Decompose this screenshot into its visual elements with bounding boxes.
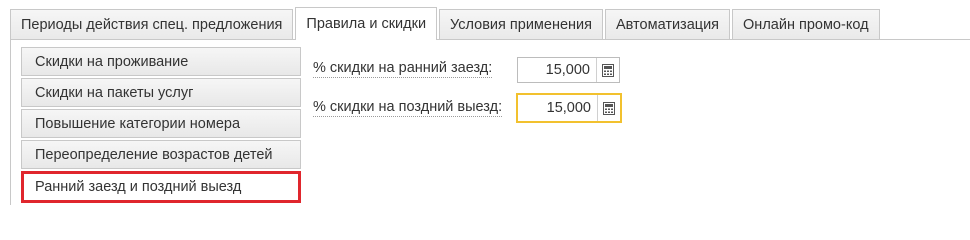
sidebar-item-accommodation-discounts[interactable]: Скидки на проживание <box>21 47 301 76</box>
tab-offer-periods[interactable]: Периоды действия спец. предложения <box>10 9 294 40</box>
tab-online-promo-code[interactable]: Онлайн промо-код <box>732 9 880 40</box>
sidebar-item-room-upgrade[interactable]: Повышение категории номера <box>21 109 301 138</box>
calculator-icon[interactable] <box>597 95 620 121</box>
late-checkout-discount-value: 15,000 <box>546 100 591 116</box>
tab-label: Условия применения <box>450 17 592 33</box>
late-checkout-row: % скидки на поздний выезд: <box>313 99 503 117</box>
tab-label: Автоматизация <box>616 17 720 33</box>
discount-type-list: Скидки на проживание Скидки на пакеты ус… <box>21 47 301 205</box>
early-checkin-discount-value: 15,000 <box>545 62 590 78</box>
special-offer-editor: Периоды действия спец. предложения Прави… <box>0 0 970 205</box>
calculator-icon[interactable] <box>596 58 619 82</box>
early-checkin-row: % скидки на ранний заезд: <box>313 60 493 78</box>
sidebar-item-child-age-override[interactable]: Переопределение возрастов детей <box>21 140 301 169</box>
tab-rules-and-discounts[interactable]: Правила и скидки <box>295 7 438 40</box>
sidebar-item-label: Ранний заезд и поздний выезд <box>35 179 242 195</box>
sidebar-item-label: Скидки на проживание <box>35 53 189 70</box>
tab-label: Онлайн промо-код <box>743 17 869 33</box>
late-checkout-label: % скидки на поздний выезд: <box>313 99 503 117</box>
tab-application-conditions[interactable]: Условия применения <box>439 9 603 40</box>
tab-automation[interactable]: Автоматизация <box>605 9 731 40</box>
sidebar-item-label: Скидки на пакеты услуг <box>35 84 194 101</box>
tab-label: Периоды действия спец. предложения <box>21 17 283 33</box>
sidebar-item-early-checkin-late-checkout[interactable]: Ранний заезд и поздний выезд <box>21 171 301 203</box>
early-checkin-discount-field[interactable]: 15,000 <box>517 57 620 83</box>
late-checkout-discount-field[interactable]: 15,000 <box>516 93 622 123</box>
sidebar-item-service-package-discounts[interactable]: Скидки на пакеты услуг <box>21 78 301 107</box>
sidebar-item-label: Повышение категории номера <box>35 115 241 132</box>
sidebar-item-label: Переопределение возрастов детей <box>35 146 273 163</box>
tab-bar: Периоды действия спец. предложения Прави… <box>10 7 882 40</box>
early-checkin-label: % скидки на ранний заезд: <box>313 60 493 78</box>
tab-label: Правила и скидки <box>306 16 427 32</box>
